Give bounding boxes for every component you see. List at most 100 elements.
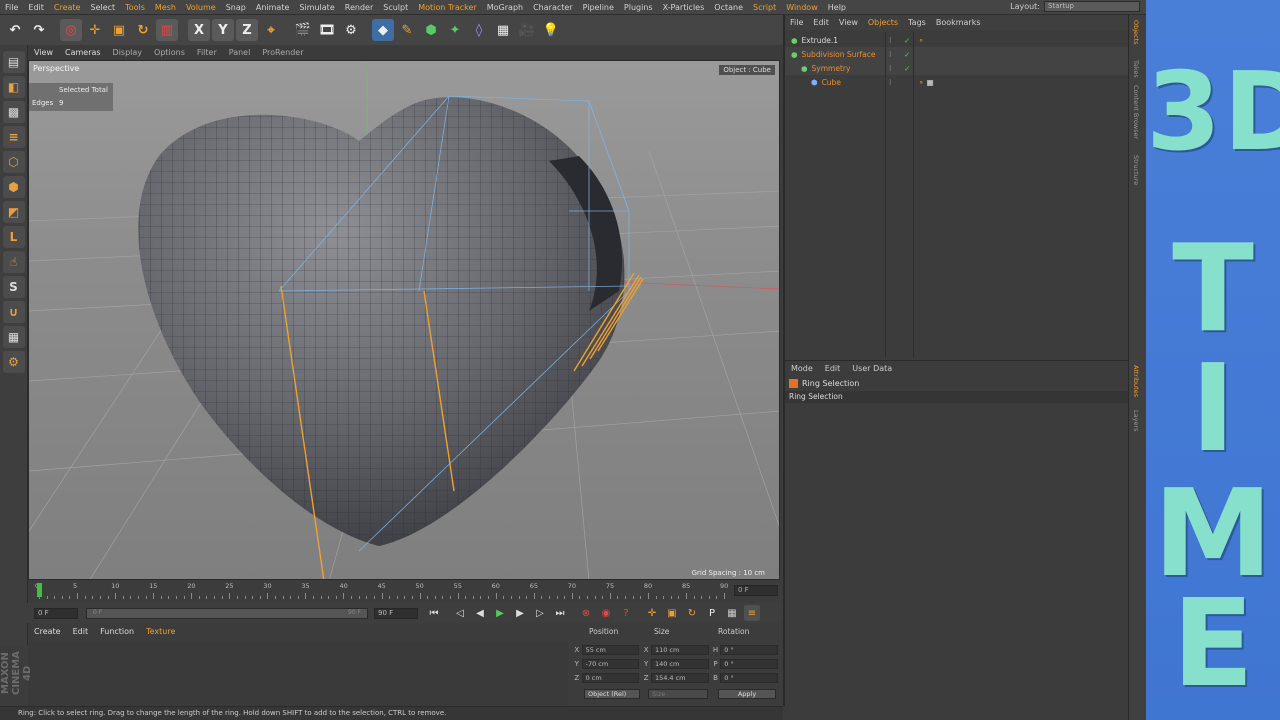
menu-octane[interactable]: Octane	[709, 3, 748, 12]
material-manager-area[interactable]	[28, 641, 568, 706]
size-field[interactable]: 154.4 cm	[650, 673, 709, 683]
z-axis-lock-icon[interactable]: Z	[236, 19, 258, 41]
viewport-menu-options[interactable]: Options	[148, 48, 191, 57]
go-to-end-icon[interactable]: ⏭	[552, 605, 568, 621]
rotation-field[interactable]: 0 °	[720, 673, 779, 683]
menu-simulate[interactable]: Simulate	[294, 3, 339, 12]
position-field[interactable]: 55 cm	[581, 645, 640, 655]
move-tool-icon[interactable]: ✛	[84, 19, 106, 41]
viewport-menu-panel[interactable]: Panel	[223, 48, 257, 57]
visibility-dots-icon[interactable]: ⁝	[889, 78, 891, 87]
object-row[interactable]: ⬢ Cube ⁝ ⚬ ▦	[785, 75, 1128, 89]
previous-key-icon[interactable]: ◁	[452, 605, 468, 621]
pla-key-icon[interactable]: ▦	[724, 605, 740, 621]
enabled-check-icon[interactable]: ✓	[904, 50, 910, 59]
apply-button[interactable]: Apply	[718, 689, 776, 699]
menu-plugins[interactable]: Plugins	[619, 3, 658, 12]
rotation-field[interactable]: 0 °	[720, 659, 779, 669]
current-frame-marker[interactable]	[37, 583, 42, 597]
timeline-menu-icon[interactable]: ≡	[744, 605, 760, 621]
tag-icon[interactable]: ⚬	[918, 36, 924, 45]
perspective-viewport[interactable]: Perspective Object : Cube Selected Total…	[28, 60, 780, 580]
tweak-mode-icon[interactable]: ☝	[2, 251, 25, 273]
object-menu-edit[interactable]: Edit	[808, 18, 834, 27]
menu-edit[interactable]: Edit	[23, 3, 49, 12]
snap-icon[interactable]: S	[2, 276, 25, 298]
render-picture-viewer-icon[interactable]: 🎞	[316, 19, 338, 41]
redo-icon[interactable]: ↷	[28, 19, 50, 41]
array-icon[interactable]: ✦	[444, 19, 466, 41]
menu-x-particles[interactable]: X-Particles	[658, 3, 710, 12]
render-view-icon[interactable]: 🎬	[292, 19, 314, 41]
viewport-menu-filter[interactable]: Filter	[191, 48, 223, 57]
menu-volume[interactable]: Volume	[181, 3, 221, 12]
parameter-key-icon[interactable]: P	[704, 605, 720, 621]
visibility-dots-icon[interactable]: ⁝	[889, 36, 891, 45]
timeline-frame-field[interactable]: 0 F	[734, 585, 778, 596]
menu-select[interactable]: Select	[85, 3, 120, 12]
object-row[interactable]: ● Extrude.1 ⁝ ✓ ⚬	[785, 33, 1128, 47]
menu-create[interactable]: Create	[49, 3, 86, 12]
scale-key-icon[interactable]: ▣	[664, 605, 680, 621]
visibility-dots-icon[interactable]: ⁝	[889, 64, 891, 73]
material-menu-edit[interactable]: Edit	[67, 627, 95, 640]
keyframe-selection-icon[interactable]: ?	[618, 605, 634, 621]
go-to-start-icon[interactable]: ⏮	[426, 605, 442, 621]
record-active-icon[interactable]: ⊗	[578, 605, 594, 621]
menu-tools[interactable]: Tools	[120, 3, 150, 12]
size-field[interactable]: 110 cm	[650, 645, 709, 655]
recent-tool-icon[interactable]: ▥	[156, 19, 178, 41]
checker-tag-icon[interactable]: ▦	[927, 78, 934, 87]
object-row[interactable]: ● Symmetry ⁝ ✓	[785, 61, 1128, 75]
light-icon[interactable]: 💡	[540, 19, 562, 41]
render-settings-icon[interactable]: ⚙	[340, 19, 362, 41]
side-tab-layers[interactable]: Layers	[1132, 410, 1140, 432]
play-icon[interactable]: ▶	[492, 605, 508, 621]
attribute-menu-mode[interactable]: Mode	[785, 364, 819, 373]
subdivision-generator-icon[interactable]: ⬢	[420, 19, 442, 41]
next-key-icon[interactable]: ▷	[532, 605, 548, 621]
edges-mode-icon[interactable]: ⬢	[2, 176, 25, 198]
rotation-field[interactable]: 0 °	[720, 645, 779, 655]
layout-select[interactable]: Startup	[1044, 1, 1140, 12]
position-field[interactable]: 0 cm	[581, 673, 640, 683]
magnet-icon[interactable]: ∪	[2, 301, 25, 323]
viewport-menu-prorender[interactable]: ProRender	[256, 48, 309, 57]
x-axis-lock-icon[interactable]: X	[188, 19, 210, 41]
side-tab-structure[interactable]: Structure	[1132, 155, 1140, 185]
viewport-menu-display[interactable]: Display	[107, 48, 149, 57]
y-axis-lock-icon[interactable]: Y	[212, 19, 234, 41]
rotation-key-icon[interactable]: ↻	[684, 605, 700, 621]
menu-window[interactable]: Window	[781, 3, 823, 12]
object-menu-view[interactable]: View	[834, 18, 863, 27]
side-tab-content-browser[interactable]: Content Browser	[1132, 85, 1140, 139]
material-menu-function[interactable]: Function	[94, 627, 140, 640]
size-mode-select[interactable]: Size	[648, 689, 708, 699]
side-tab-attributes[interactable]: Attributes	[1132, 365, 1140, 397]
size-field[interactable]: 140 cm	[650, 659, 709, 669]
enabled-check-icon[interactable]: ✓	[904, 64, 910, 73]
floor-icon[interactable]: ▦	[492, 19, 514, 41]
live-selection-icon[interactable]: ◎	[60, 19, 82, 41]
scale-tool-icon[interactable]: ▣	[108, 19, 130, 41]
axis-mode-icon[interactable]: L	[2, 226, 25, 248]
coordinate-mode-select[interactable]: Object (Rel)	[584, 689, 640, 699]
material-menu-create[interactable]: Create	[28, 627, 67, 640]
viewport-menu-view[interactable]: View	[28, 48, 59, 57]
menu-animate[interactable]: Animate	[251, 3, 295, 12]
deformer-icon[interactable]: ◊	[468, 19, 490, 41]
enabled-check-icon[interactable]: ✓	[904, 36, 910, 45]
object-row[interactable]: ● Subdivision Surface ⁝ ✓	[785, 47, 1128, 61]
side-tab-takes[interactable]: Takes	[1132, 60, 1140, 78]
menu-script[interactable]: Script	[748, 3, 781, 12]
current-frame-field[interactable]: 0 F	[34, 607, 78, 619]
tag-icon[interactable]: ⚬ ▦	[918, 78, 934, 87]
frame-range-slider[interactable]: 0 F 90 F	[86, 607, 368, 619]
lock-workplane-icon[interactable]: ⚙	[2, 351, 25, 373]
end-frame-field[interactable]: 90 F	[374, 607, 418, 619]
menu-render[interactable]: Render	[340, 3, 378, 12]
side-tab-objects[interactable]: Objects	[1132, 20, 1140, 45]
menu-file[interactable]: File	[0, 3, 23, 12]
object-menu-file[interactable]: File	[785, 18, 808, 27]
attribute-menu-user-data[interactable]: User Data	[846, 364, 898, 373]
